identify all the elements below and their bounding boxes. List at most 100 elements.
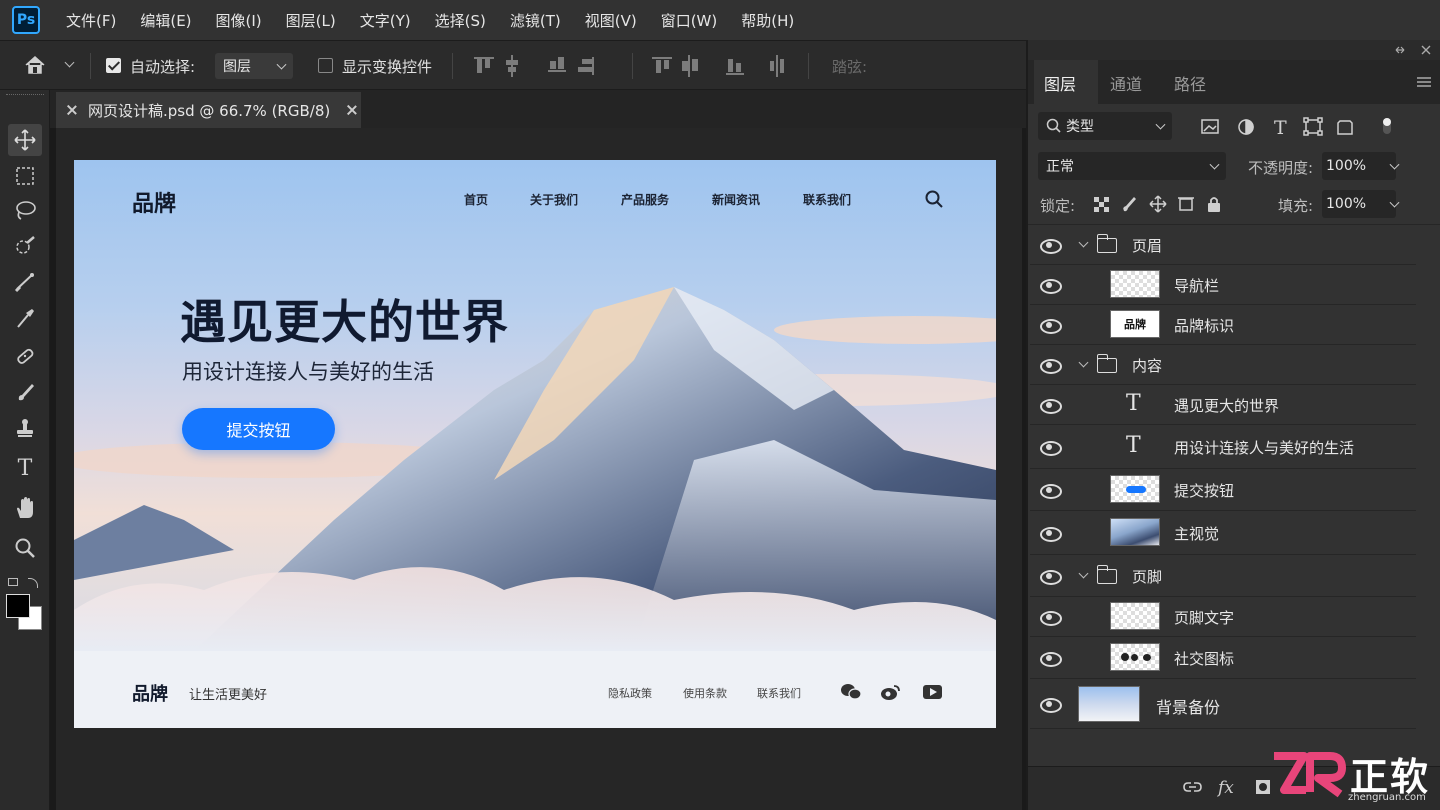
expand-chevron-icon[interactable] bbox=[1078, 237, 1089, 248]
distribute-group-icons[interactable] bbox=[652, 55, 792, 77]
quick-select-tool-icon[interactable] bbox=[8, 230, 42, 262]
menu-image[interactable]: 图像(I) bbox=[216, 10, 262, 31]
crop-tool-icon[interactable] bbox=[8, 266, 42, 298]
visibility-eye-icon[interactable] bbox=[1040, 698, 1062, 713]
weibo-icon[interactable] bbox=[880, 683, 902, 701]
video-play-icon[interactable] bbox=[922, 684, 944, 700]
hand-tool-icon[interactable] bbox=[8, 492, 42, 524]
menu-edit[interactable]: 编辑(E) bbox=[140, 10, 191, 31]
visibility-eye-icon[interactable] bbox=[1040, 484, 1062, 499]
footer-link-privacy[interactable]: 隐私政策 bbox=[608, 685, 652, 701]
opacity-input[interactable]: 100% bbox=[1322, 152, 1400, 180]
document-tab[interactable]: 网页设计稿.psd @ 66.7% (RGB/8) bbox=[56, 92, 361, 128]
visibility-eye-icon[interactable] bbox=[1040, 399, 1062, 414]
menu-view[interactable]: 视图(V) bbox=[585, 10, 637, 31]
visibility-eye-icon[interactable] bbox=[1040, 359, 1062, 374]
lasso-tool-icon[interactable] bbox=[8, 194, 42, 226]
menu-file[interactable]: 文件(F) bbox=[66, 10, 116, 31]
layer-filter-icons[interactable]: T bbox=[1200, 116, 1400, 138]
visibility-eye-icon[interactable] bbox=[1040, 441, 1062, 456]
clone-stamp-tool-icon[interactable] bbox=[8, 412, 42, 444]
expand-chevron-icon[interactable] bbox=[1078, 568, 1089, 579]
layer-headline-text[interactable]: T 遇见更大的世界 bbox=[1030, 385, 1416, 425]
home-icon[interactable] bbox=[24, 55, 46, 75]
tab-layers[interactable]: 图层 bbox=[1044, 71, 1076, 95]
eyedropper-tool-icon[interactable] bbox=[8, 302, 42, 334]
close-icon[interactable] bbox=[66, 104, 78, 116]
visibility-eye-icon[interactable] bbox=[1040, 527, 1062, 542]
text-layer-icon: T bbox=[1126, 391, 1141, 416]
tab-channels[interactable]: 通道 bbox=[1110, 71, 1142, 95]
zoom-tool-icon[interactable] bbox=[8, 532, 42, 564]
align-left-group-icons[interactable] bbox=[474, 55, 614, 77]
layer-navbar[interactable]: 导航栏 bbox=[1030, 265, 1416, 305]
layer-footer-text[interactable]: 页脚文字 bbox=[1030, 597, 1416, 637]
layer-background-copy[interactable]: 背景备份 bbox=[1030, 679, 1416, 729]
fill-input[interactable]: 100% bbox=[1322, 190, 1400, 218]
wechat-icon[interactable] bbox=[840, 683, 862, 701]
nav-home[interactable]: 首页 bbox=[464, 191, 488, 208]
layer-main-visual[interactable]: 主视觉 bbox=[1030, 511, 1416, 555]
menu-help[interactable]: 帮助(H) bbox=[741, 10, 794, 31]
nav-products[interactable]: 产品服务 bbox=[621, 191, 669, 208]
brush-tool-icon[interactable] bbox=[8, 376, 42, 408]
layer-subheadline-text[interactable]: T 用设计连接人与美好的生活 bbox=[1030, 425, 1416, 469]
layer-group-header[interactable]: 页眉 bbox=[1030, 225, 1416, 265]
watermark-site: zhengruan.com bbox=[1348, 792, 1426, 803]
visibility-eye-icon[interactable] bbox=[1040, 279, 1062, 294]
nav-contact[interactable]: 联系我们 bbox=[803, 191, 851, 208]
footer-link-terms[interactable]: 使用条款 bbox=[683, 685, 727, 701]
marquee-tool-icon[interactable] bbox=[8, 160, 42, 192]
design-canvas[interactable]: 品牌 首页 关于我们 产品服务 新闻资讯 联系我们 遇见更大的世界 用设计连接人… bbox=[74, 160, 996, 728]
layer-actions-icons[interactable]: fx bbox=[1180, 776, 1270, 798]
svg-text:fx: fx bbox=[1216, 778, 1234, 798]
layer-social-icons[interactable]: 社交图标 bbox=[1030, 637, 1416, 679]
type-tool-icon[interactable]: T bbox=[8, 452, 42, 484]
lock-options-icons[interactable] bbox=[1092, 194, 1222, 214]
menu-layer[interactable]: 图层(L) bbox=[286, 10, 336, 31]
menu-filter[interactable]: 滤镜(T) bbox=[510, 10, 561, 31]
folder-icon bbox=[1096, 354, 1117, 373]
folder-icon bbox=[1096, 565, 1117, 584]
opacity-value: 100% bbox=[1326, 158, 1367, 174]
foreground-color-swatch[interactable] bbox=[6, 594, 30, 618]
layer-name: 内容 bbox=[1132, 357, 1163, 375]
healing-brush-tool-icon[interactable] bbox=[8, 340, 42, 372]
move-tool-icon[interactable] bbox=[8, 124, 42, 156]
menu-window[interactable]: 窗口(W) bbox=[661, 10, 718, 31]
tool-preset-chevron-icon[interactable] bbox=[64, 57, 75, 68]
show-transform-checkbox[interactable] bbox=[318, 58, 333, 73]
tab-paths[interactable]: 路径 bbox=[1174, 71, 1206, 95]
toolbar-grip[interactable] bbox=[6, 94, 44, 96]
swap-colors-icon[interactable] bbox=[28, 578, 38, 588]
auto-select-checkbox[interactable] bbox=[106, 58, 121, 73]
hero-image: 品牌 首页 关于我们 产品服务 新闻资讯 联系我们 遇见更大的世界 用设计连接人… bbox=[74, 160, 996, 651]
layer-group-content[interactable]: 内容 bbox=[1030, 345, 1416, 385]
submit-button[interactable]: 提交按钮 bbox=[182, 408, 335, 450]
search-icon[interactable] bbox=[925, 190, 943, 208]
close-tab-icon[interactable] bbox=[346, 104, 358, 116]
footer-link-contact[interactable]: 联系我们 bbox=[757, 685, 801, 701]
visibility-eye-icon[interactable] bbox=[1040, 652, 1062, 667]
brand-logo[interactable]: 品牌 bbox=[132, 186, 176, 218]
layer-name: 背景备份 bbox=[1156, 698, 1221, 717]
panel-menu-icon[interactable] bbox=[1416, 76, 1432, 88]
layer-group-footer[interactable]: 页脚 bbox=[1030, 555, 1416, 597]
layer-submit-button[interactable]: 提交按钮 bbox=[1030, 469, 1416, 511]
photoshop-logo[interactable]: Ps bbox=[12, 6, 40, 34]
expand-chevron-icon[interactable] bbox=[1078, 357, 1089, 368]
layer-brand-logo[interactable]: 品牌 品牌标识 bbox=[1030, 305, 1416, 345]
menu-type[interactable]: 文字(Y) bbox=[360, 10, 411, 31]
visibility-eye-icon[interactable] bbox=[1040, 570, 1062, 585]
nav-about[interactable]: 关于我们 bbox=[530, 191, 578, 208]
visibility-eye-icon[interactable] bbox=[1040, 239, 1062, 254]
menu-select[interactable]: 选择(S) bbox=[435, 10, 486, 31]
auto-select-target-dropdown[interactable]: 图层 bbox=[215, 53, 293, 79]
filter-kind-dropdown[interactable]: 类型 bbox=[1038, 112, 1172, 140]
blend-mode-dropdown[interactable]: 正常 bbox=[1038, 152, 1226, 180]
visibility-eye-icon[interactable] bbox=[1040, 319, 1062, 334]
visibility-eye-icon[interactable] bbox=[1040, 611, 1062, 626]
default-colors-icon[interactable] bbox=[8, 578, 18, 586]
nav-news[interactable]: 新闻资讯 bbox=[712, 191, 760, 208]
panel-collapse-icons[interactable] bbox=[1394, 44, 1434, 56]
